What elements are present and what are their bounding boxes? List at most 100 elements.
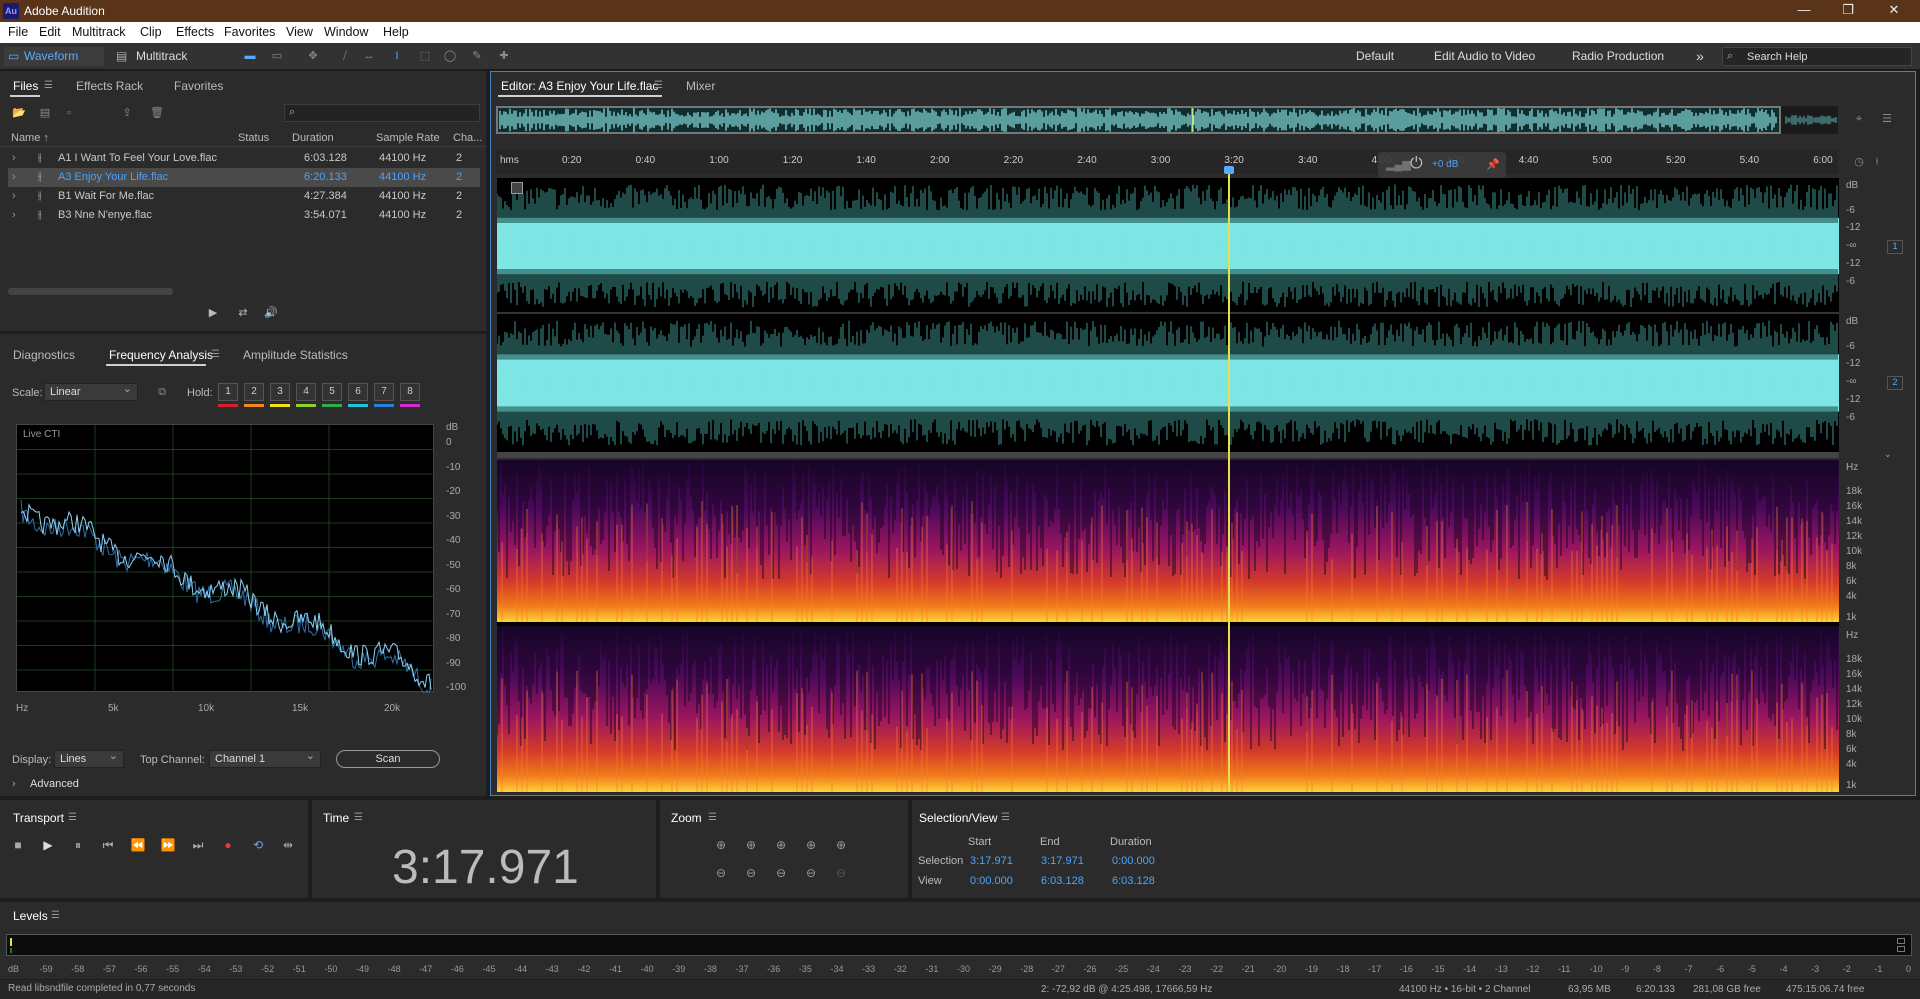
view-end[interactable]: 6:03.128 — [1041, 875, 1084, 887]
stop-icon[interactable]: ■ — [10, 837, 26, 853]
play-preview-icon[interactable]: ▶ — [206, 307, 220, 319]
slip-tool-icon[interactable]: ↔ — [362, 50, 376, 62]
levels-menu-icon[interactable]: ☰ — [51, 910, 60, 921]
new-file-icon[interactable]: ▫ — [62, 107, 76, 119]
expand-chevron-icon[interactable]: › — [12, 778, 16, 790]
selection-start[interactable]: 3:17.971 — [970, 855, 1013, 867]
col-duration[interactable]: Duration — [292, 132, 334, 144]
zoom-in-time-icon[interactable]: ⊕ — [742, 838, 760, 854]
display-dropdown[interactable]: Lines — [54, 748, 124, 768]
view-start[interactable]: 0:00.000 — [970, 875, 1013, 887]
hold-5-button[interactable]: 5 — [322, 383, 342, 401]
selection-menu-icon[interactable]: ☰ — [1001, 812, 1010, 823]
go-to-end-icon[interactable]: ⏭ — [190, 837, 206, 853]
zoom-out-time-icon[interactable]: ⊖ — [742, 866, 760, 882]
rewind-icon[interactable]: ⏪ — [130, 837, 146, 853]
analysis-menu-icon[interactable]: ☰ — [211, 349, 220, 360]
pitch-display-icon[interactable]: ▭ — [270, 50, 284, 62]
expand-chevron-icon[interactable]: › — [12, 152, 16, 164]
expand-chevron-icon[interactable]: › — [12, 190, 16, 202]
file-row[interactable]: › ⫲ B3 Nne N'enye.flac 3:54.071 44100 Hz… — [8, 206, 480, 225]
hold-6-button[interactable]: 6 — [348, 383, 368, 401]
current-time-display[interactable]: 3:17.971 — [392, 840, 579, 895]
tab-amplitude-statistics[interactable]: Amplitude Statistics — [243, 348, 348, 362]
record-icon[interactable]: ● — [220, 837, 236, 853]
zoom-full-icon[interactable]: ⊖ — [832, 866, 850, 882]
col-status[interactable]: Status — [238, 132, 269, 144]
marker-icon[interactable]: ⍿ — [1870, 156, 1884, 168]
waveform-display[interactable] — [497, 178, 1839, 452]
files-search-input[interactable]: ⌕ — [284, 104, 480, 122]
zoom-out-amplitude-icon[interactable]: ⊖ — [712, 866, 730, 882]
file-row-selected[interactable]: › ⫲ A3 Enjoy Your Life.flac 6:20.133 441… — [8, 168, 480, 187]
col-sample-rate[interactable]: Sample Rate — [376, 132, 440, 144]
zoom-in-point-icon[interactable]: ⊕ — [772, 838, 790, 854]
loop-playback-icon[interactable]: ⟲ — [250, 837, 266, 853]
insert-into-multitrack-icon[interactable]: ⇪ — [120, 107, 134, 119]
file-row[interactable]: › ⫲ B1 Wait For Me.flac 4:27.384 44100 H… — [8, 187, 480, 206]
workspace-edit-audio-to-video[interactable]: Edit Audio to Video — [1434, 47, 1535, 66]
pause-icon[interactable]: ⏸ — [70, 837, 86, 853]
menu-window[interactable]: Window — [324, 25, 368, 39]
waveform-view-button[interactable]: ▭ Waveform — [4, 47, 104, 66]
zoom-out-point-icon[interactable]: ⊖ — [772, 866, 790, 882]
expand-chevron-icon[interactable]: › — [12, 171, 16, 183]
tab-editor[interactable]: Editor: A3 Enjoy Your Life.flac — [501, 79, 658, 93]
scale-dropdown[interactable]: Linear — [44, 381, 138, 401]
zoom-menu-icon[interactable]: ☰ — [708, 812, 717, 823]
channel-1-toggle[interactable]: 1 — [1887, 240, 1903, 254]
menu-help[interactable]: Help — [383, 25, 409, 39]
editor-menu-icon[interactable]: ☰ — [654, 80, 663, 91]
zoom-navigator-icon[interactable]: ⌖ — [1852, 113, 1866, 125]
more-workspaces-button[interactable]: » — [1696, 47, 1704, 66]
import-file-icon[interactable]: ▤ — [38, 107, 52, 119]
workspace-radio-production[interactable]: Radio Production — [1572, 47, 1664, 66]
hold-7-button[interactable]: 7 — [374, 383, 394, 401]
auto-play-icon[interactable]: 🔊 — [264, 307, 278, 319]
tab-mixer[interactable]: Mixer — [686, 79, 715, 93]
expand-chevron-icon[interactable]: › — [12, 209, 16, 221]
lasso-tool-icon[interactable]: ◯ — [443, 50, 457, 62]
close-button[interactable]: ✕ — [1874, 2, 1914, 20]
hud-gain-control[interactable]: ▂▄▆ ⏻ +0 dB 📌 — [1378, 152, 1506, 178]
menu-view[interactable]: View — [286, 25, 313, 39]
fast-forward-icon[interactable]: ⏩ — [160, 837, 176, 853]
transport-menu-icon[interactable]: ☰ — [68, 812, 77, 823]
move-tool-icon[interactable]: ✥ — [306, 50, 320, 62]
multitrack-view-button[interactable]: ▤ Multitrack — [112, 47, 212, 66]
advanced-section[interactable]: Advanced — [30, 778, 79, 790]
tab-favorites[interactable]: Favorites — [174, 79, 223, 93]
time-selection-tool-icon[interactable]: I — [390, 50, 404, 62]
spot-healing-icon[interactable]: ✚ — [497, 50, 511, 62]
play-icon[interactable]: ▶ — [40, 837, 56, 853]
gain-knob-icon[interactable]: ⏻ — [1410, 155, 1423, 173]
hold-2-button[interactable]: 2 — [244, 383, 264, 401]
marquee-tool-icon[interactable]: ⬚ — [418, 50, 432, 62]
playhead-cti[interactable] — [1228, 170, 1231, 792]
zoom-reset-icon[interactable]: ⊕ — [832, 838, 850, 854]
open-file-icon[interactable]: 📂 — [12, 107, 26, 119]
hold-3-button[interactable]: 3 — [270, 383, 290, 401]
search-help-field[interactable]: ⌕ Search Help — [1722, 47, 1912, 66]
overview-navigator[interactable] — [496, 106, 1838, 134]
menu-effects[interactable]: Effects — [176, 25, 214, 39]
view-duration[interactable]: 6:03.128 — [1112, 875, 1155, 887]
hold-8-button[interactable]: 8 — [400, 383, 420, 401]
display-splitter[interactable] — [497, 452, 1839, 458]
menu-clip[interactable]: Clip — [140, 25, 162, 39]
zoom-in-amplitude-icon[interactable]: ⊕ — [712, 838, 730, 854]
file-row[interactable]: › ⫲ A1 I Want To Feel Your Love.flac 6:0… — [8, 149, 480, 168]
scan-button[interactable]: Scan — [336, 750, 440, 768]
selection-duration[interactable]: 0:00.000 — [1112, 855, 1155, 867]
playhead-handle[interactable] — [1224, 166, 1235, 174]
pin-icon[interactable]: 📌 — [1486, 158, 1500, 171]
maximize-button[interactable]: ❐ — [1828, 2, 1868, 20]
delete-file-icon[interactable]: 🗑 — [150, 107, 164, 119]
razor-tool-icon[interactable]: ⧸ — [338, 50, 352, 62]
zoom-in-left-icon[interactable]: ⊕ — [802, 838, 820, 854]
skip-selection-icon[interactable]: ⇹ — [280, 837, 296, 853]
collapse-chevron-icon[interactable]: ⌄ — [1884, 449, 1892, 460]
tab-files[interactable]: Files — [13, 79, 38, 93]
advanced-settings-icon[interactable]: ⧉ — [155, 386, 169, 398]
top-channel-dropdown[interactable]: Channel 1 — [209, 748, 321, 768]
